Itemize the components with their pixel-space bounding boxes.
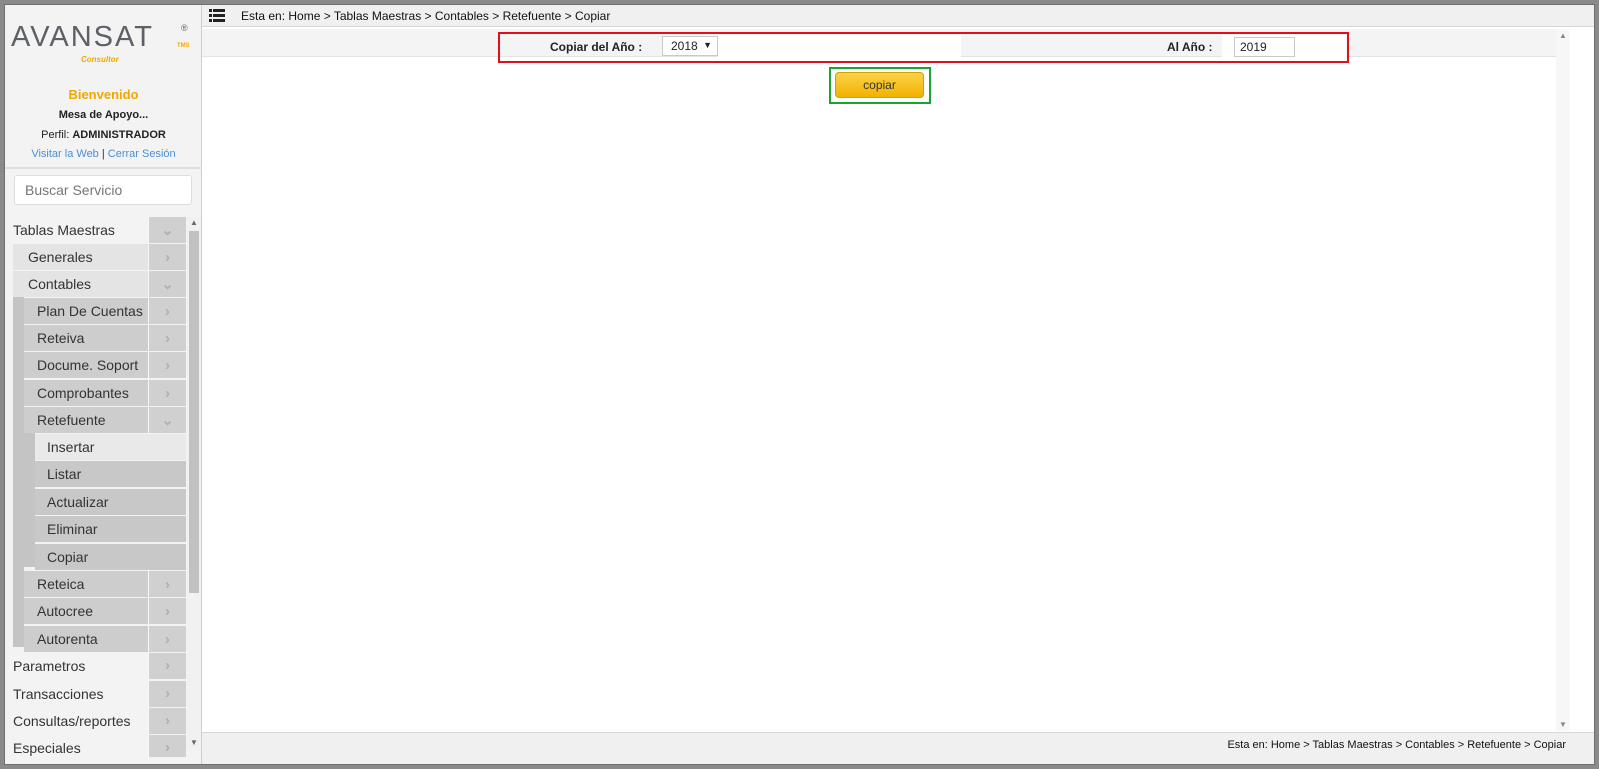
sidebar-item-label: Autocree	[24, 598, 148, 624]
sidebar: AVANSAT ® TMS Consultor Bienvenido Mesa …	[5, 5, 202, 764]
chevron-right-icon[interactable]: ›	[148, 734, 186, 757]
profile-label: Perfil:	[41, 129, 70, 141]
user-name: Mesa de Apoyo...	[58, 109, 149, 121]
sidebar-item-label: Plan De Cuentas	[24, 298, 148, 324]
logo: AVANSAT ® TMS Consultor	[11, 21, 196, 64]
logo-subtitle: Consultor	[81, 55, 119, 64]
sidebar-item-label: Generales	[13, 244, 148, 270]
sidebar-item-label: Especiales	[5, 734, 148, 757]
visit-web-link[interactable]: Visitar la Web	[31, 148, 98, 160]
logo-registered-mark: ®	[181, 23, 188, 33]
scroll-up-icon[interactable]: ▲	[187, 217, 201, 229]
sidebar-item-label: Reteiva	[24, 325, 148, 351]
user-links: Visitar la Web | Cerrar Sesión	[5, 148, 202, 160]
sidebar-item-comprobantes[interactable]: Comprobantes ›	[24, 380, 186, 406]
sidebar-scrollbar[interactable]: ▲ ▼	[187, 217, 201, 749]
sidebar-item-label: Contables	[13, 271, 148, 297]
menu-list-icon[interactable]	[209, 9, 225, 22]
logo-tms: TMS	[177, 43, 190, 49]
chevron-down-icon[interactable]: ⌄	[148, 271, 186, 297]
scroll-down-icon[interactable]: ▼	[1556, 720, 1570, 729]
sidebar-item-label: Retefuente	[24, 407, 148, 433]
sidebar-menu: Tablas Maestras ⌄ Generales › Contables …	[5, 217, 186, 757]
sidebar-item-label: Parametros	[5, 652, 148, 679]
chevron-down-icon[interactable]: ⌄	[148, 217, 186, 243]
search-input[interactable]	[14, 175, 192, 205]
footer-breadcrumb: Esta en: Home > Tablas Maestras > Contab…	[1227, 739, 1566, 751]
sidebar-item-parametros[interactable]: Parametros ›	[5, 652, 186, 679]
logout-link[interactable]: Cerrar Sesión	[108, 148, 176, 160]
sidebar-divider	[5, 167, 202, 169]
sidebar-item-label: Reteica	[24, 571, 148, 597]
chevron-right-icon[interactable]: ›	[148, 652, 186, 679]
sidebar-item-reteiva[interactable]: Reteiva ›	[24, 325, 186, 351]
sidebar-item-actualizar[interactable]: Actualizar	[35, 489, 186, 515]
sidebar-item-docume-soport[interactable]: Docume. Soport ›	[24, 352, 186, 378]
sidebar-item-transacciones[interactable]: Transacciones ›	[5, 680, 186, 707]
sidebar-item-eliminar[interactable]: Eliminar	[35, 516, 186, 542]
sidebar-item-especiales[interactable]: Especiales ›	[5, 734, 186, 757]
sidebar-item-reteica[interactable]: Reteica ›	[24, 571, 186, 597]
app-window: AVANSAT ® TMS Consultor Bienvenido Mesa …	[4, 4, 1595, 765]
chevron-right-icon[interactable]: ›	[148, 352, 186, 378]
sidebar-item-label: Insertar	[35, 434, 186, 460]
sidebar-item-label: Eliminar	[35, 516, 186, 542]
scrollbar-thumb[interactable]	[189, 231, 199, 593]
sidebar-item-label: Copiar	[35, 544, 186, 570]
sidebar-item-label: Autorenta	[24, 626, 148, 652]
form-highlight-box	[498, 32, 1349, 63]
sidebar-item-label: Transacciones	[5, 680, 148, 707]
chevron-down-icon[interactable]: ⌄	[148, 407, 186, 433]
sidebar-item-label: Listar	[35, 461, 186, 487]
chevron-right-icon[interactable]: ›	[148, 598, 186, 624]
sidebar-item-tablas-maestras[interactable]: Tablas Maestras ⌄	[5, 217, 186, 243]
sidebar-item-consultas-reportes[interactable]: Consultas/reportes ›	[5, 707, 186, 734]
sidebar-item-plan-de-cuentas[interactable]: Plan De Cuentas ›	[24, 298, 186, 324]
link-separator: |	[101, 148, 105, 160]
bottom-bar: Esta en: Home > Tablas Maestras > Contab…	[202, 732, 1594, 764]
chevron-right-icon[interactable]: ›	[148, 626, 186, 652]
chevron-right-icon[interactable]: ›	[148, 707, 186, 734]
welcome-text: Bienvenido	[68, 87, 139, 102]
main-scrollbar[interactable]: ▲ ▼	[1556, 29, 1570, 731]
sidebar-item-label: Actualizar	[35, 489, 186, 515]
sidebar-item-label: Consultas/reportes	[5, 707, 148, 734]
logo-wordmark: AVANSAT	[11, 21, 154, 53]
sidebar-item-insertar[interactable]: Insertar	[35, 434, 186, 460]
breadcrumb: Esta en: Home > Tablas Maestras > Contab…	[241, 9, 611, 23]
sidebar-item-label: Tablas Maestras	[5, 217, 148, 243]
scroll-down-icon[interactable]: ▼	[187, 737, 201, 749]
menu-indent-rail	[13, 295, 24, 647]
sidebar-item-generales[interactable]: Generales ›	[13, 244, 186, 270]
chevron-right-icon[interactable]: ›	[148, 571, 186, 597]
sidebar-item-retefuente[interactable]: Retefuente ⌄	[24, 407, 186, 433]
chevron-right-icon[interactable]: ›	[148, 325, 186, 351]
sidebar-item-contables[interactable]: Contables ⌄	[13, 271, 186, 297]
sidebar-item-label: Docume. Soport	[24, 352, 148, 378]
chevron-right-icon[interactable]: ›	[148, 298, 186, 324]
button-highlight-box	[829, 67, 931, 104]
sidebar-item-listar[interactable]: Listar	[35, 461, 186, 487]
chevron-right-icon[interactable]: ›	[148, 380, 186, 406]
sidebar-item-autocree[interactable]: Autocree ›	[24, 598, 186, 624]
menu-indent-rail	[24, 431, 35, 567]
profile-value: ADMINISTRADOR	[72, 129, 166, 141]
user-profile: Perfil: ADMINISTRADOR	[5, 129, 202, 141]
scroll-up-icon[interactable]: ▲	[1556, 31, 1570, 40]
sidebar-item-autorenta[interactable]: Autorenta ›	[24, 626, 186, 652]
sidebar-item-copiar[interactable]: Copiar	[35, 544, 186, 570]
chevron-right-icon[interactable]: ›	[148, 680, 186, 707]
sidebar-item-label: Comprobantes	[24, 380, 148, 406]
chevron-right-icon[interactable]: ›	[148, 244, 186, 270]
top-bar: Esta en: Home > Tablas Maestras > Contab…	[202, 5, 1594, 27]
